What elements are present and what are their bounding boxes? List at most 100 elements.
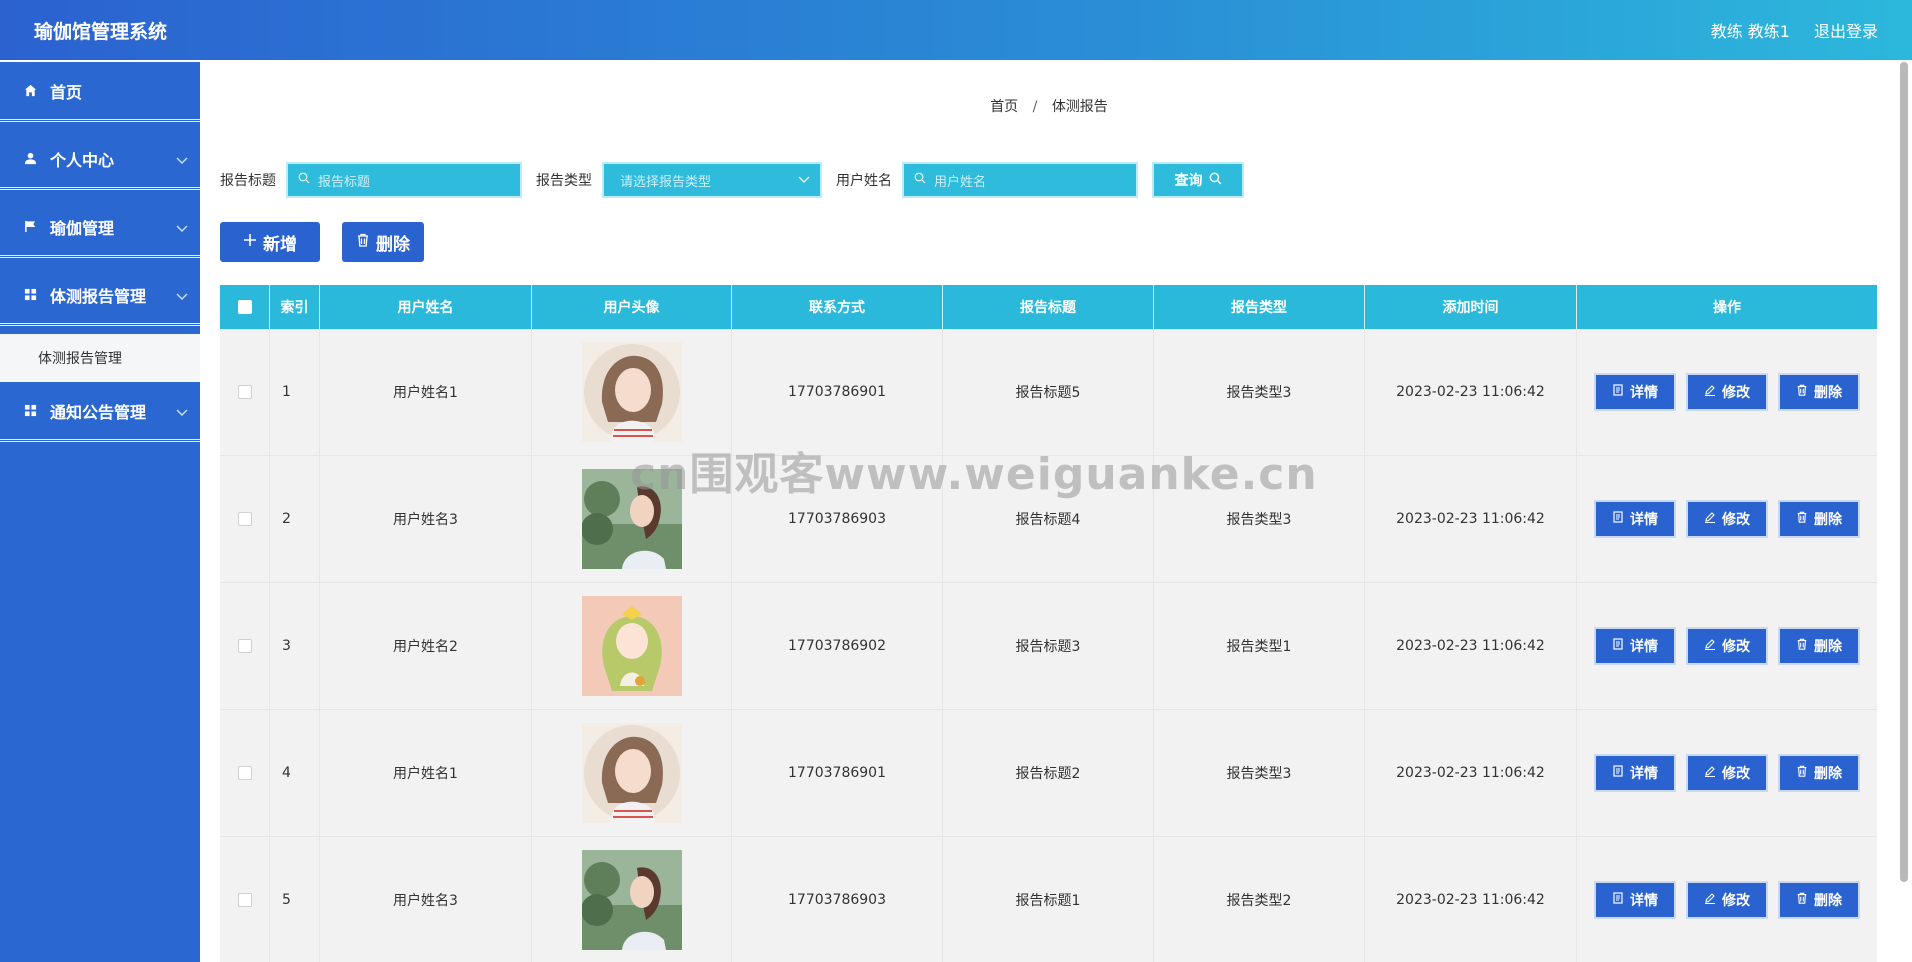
grid-icon: [24, 288, 42, 301]
detail-button[interactable]: 详情: [1594, 881, 1676, 919]
sidebar-item-profile[interactable]: 个人中心: [0, 130, 200, 190]
row-contact: 17703786903: [732, 456, 943, 582]
edit-button[interactable]: 修改: [1686, 500, 1768, 538]
avatar: [581, 469, 682, 569]
edit-icon: [1704, 511, 1716, 527]
row-operations: 详情 修改 删除: [1577, 837, 1877, 962]
delete-button[interactable]: 删除: [1778, 500, 1860, 538]
row-user-name: 用户姓名3: [320, 837, 532, 962]
submenu-item-report[interactable]: 体测报告管理: [0, 334, 200, 382]
detail-label: 详情: [1630, 512, 1658, 528]
edit-label: 修改: [1722, 512, 1750, 528]
header-contact: 联系方式: [732, 285, 943, 329]
main-content: 首页 / 体测报告 报告标题 报告标题 报告类型 请选择报告类型 用户姓名 用户…: [200, 62, 1898, 962]
current-user-label[interactable]: 教练 教练1: [1711, 18, 1790, 42]
report-type-placeholder: 请选择报告类型: [620, 174, 712, 190]
logout-link[interactable]: 退出登录: [1814, 18, 1878, 42]
trash-icon: [1796, 384, 1808, 400]
row-checkbox[interactable]: [237, 385, 252, 399]
row-checkbox[interactable]: [237, 893, 252, 907]
select-all-checkbox[interactable]: [237, 300, 252, 314]
row-add-time: 2023-02-23 11:06:42: [1365, 329, 1577, 455]
row-report-title: 报告标题3: [943, 583, 1154, 709]
delete-label: 删除: [1814, 639, 1842, 655]
table-row: 4 用户姓名1 17703786901 报告标题2 报告类型3 2023-02-23 11…: [220, 710, 1877, 837]
edit-label: 修改: [1722, 893, 1750, 909]
delete-button[interactable]: 删除: [1778, 881, 1860, 919]
delete-label: 删除: [1814, 512, 1842, 528]
chevron-down-icon: [176, 150, 188, 169]
delete-button[interactable]: 删除: [1778, 373, 1860, 411]
user-icon: [24, 152, 42, 165]
trash-icon: [1796, 765, 1808, 781]
row-check-cell: [220, 456, 270, 582]
row-check-cell: [220, 837, 270, 962]
row-operations: 详情 修改 删除: [1577, 710, 1877, 836]
top-header: 瑜伽馆管理系统 教练 教练1 退出登录: [0, 0, 1912, 60]
user-name-placeholder: 用户姓名: [934, 174, 987, 190]
delete-button[interactable]: 删除: [1778, 627, 1860, 665]
search-icon: [1209, 172, 1222, 189]
sidebar-item-label: 个人中心: [50, 150, 115, 170]
detail-button[interactable]: 详情: [1594, 500, 1676, 538]
detail-button[interactable]: 详情: [1594, 373, 1676, 411]
row-checkbox[interactable]: [237, 766, 252, 780]
row-avatar-cell: [532, 710, 732, 836]
sidebar-item-yoga[interactable]: 瑜伽管理: [0, 198, 200, 258]
sidebar-item-home[interactable]: 首页: [0, 62, 200, 122]
edit-button[interactable]: 修改: [1686, 754, 1768, 792]
report-title-placeholder: 报告标题: [318, 174, 371, 190]
detail-button[interactable]: 详情: [1594, 627, 1676, 665]
batch-delete-button[interactable]: 删除: [342, 222, 424, 262]
row-check-cell: [220, 583, 270, 709]
user-name-label: 用户姓名: [836, 173, 892, 189]
chevron-down-icon: [176, 402, 188, 421]
trash-icon: [1796, 892, 1808, 908]
page-scrollbar[interactable]: [1900, 62, 1908, 882]
row-contact: 17703786903: [732, 837, 943, 962]
row-report-type: 报告类型3: [1154, 456, 1365, 582]
table-row: 3 用户姓名2 17703786902 报告标题3 报告类型1 2023-02-23 11…: [220, 583, 1877, 710]
delete-button[interactable]: 删除: [1778, 754, 1860, 792]
detail-label: 详情: [1630, 639, 1658, 655]
report-title-input[interactable]: 报告标题: [286, 162, 522, 198]
edit-button[interactable]: 修改: [1686, 627, 1768, 665]
search-bar: 报告标题 报告标题 报告类型 请选择报告类型 用户姓名 用户姓名 查询: [220, 162, 1244, 198]
edit-button[interactable]: 修改: [1686, 881, 1768, 919]
home-icon: [24, 84, 42, 97]
document-icon: [1612, 384, 1624, 400]
row-index: 2: [270, 456, 320, 582]
edit-label: 修改: [1722, 766, 1750, 782]
report-title-label: 报告标题: [220, 173, 276, 189]
query-button[interactable]: 查询: [1152, 162, 1244, 198]
row-add-time: 2023-02-23 11:06:42: [1365, 837, 1577, 962]
sidebar-item-report[interactable]: 体测报告管理: [0, 266, 200, 326]
detail-button[interactable]: 详情: [1594, 754, 1676, 792]
row-report-type: 报告类型2: [1154, 837, 1365, 962]
header-add-time: 添加时间: [1365, 285, 1577, 329]
breadcrumb-home[interactable]: 首页: [990, 99, 1018, 115]
chevron-down-icon: [798, 173, 810, 188]
add-button[interactable]: 新增: [220, 222, 320, 262]
sidebar: 首页 个人中心 瑜伽管理 体测报告管理 体测报告管理 通知公告管理: [0, 62, 200, 962]
query-button-label: 查询: [1174, 173, 1203, 189]
sidebar-item-label: 首页: [50, 82, 83, 102]
row-checkbox[interactable]: [237, 639, 252, 653]
table-row: 1 用户姓名1 17703786901 报告标题5 报告类型3 2023-02-23 11…: [220, 329, 1877, 456]
report-table: 索引 用户姓名 用户头像 联系方式 报告标题 报告类型 添加时间 操作 1 用户姓…: [220, 285, 1877, 962]
add-button-label: 新增: [263, 234, 297, 255]
edit-button[interactable]: 修改: [1686, 373, 1768, 411]
row-user-name: 用户姓名1: [320, 329, 532, 455]
delete-label: 删除: [1814, 893, 1842, 909]
select-all-cell: [220, 285, 270, 329]
row-checkbox[interactable]: [237, 512, 252, 526]
document-icon: [1612, 638, 1624, 654]
plus-icon: [243, 232, 257, 252]
sidebar-item-notice[interactable]: 通知公告管理: [0, 382, 200, 442]
sidebar-item-label: 瑜伽管理: [50, 218, 115, 238]
report-type-select[interactable]: 请选择报告类型: [602, 162, 822, 198]
delete-button-label: 删除: [376, 234, 410, 255]
avatar: [581, 723, 682, 823]
header-index: 索引: [270, 285, 320, 329]
user-name-input[interactable]: 用户姓名: [902, 162, 1138, 198]
